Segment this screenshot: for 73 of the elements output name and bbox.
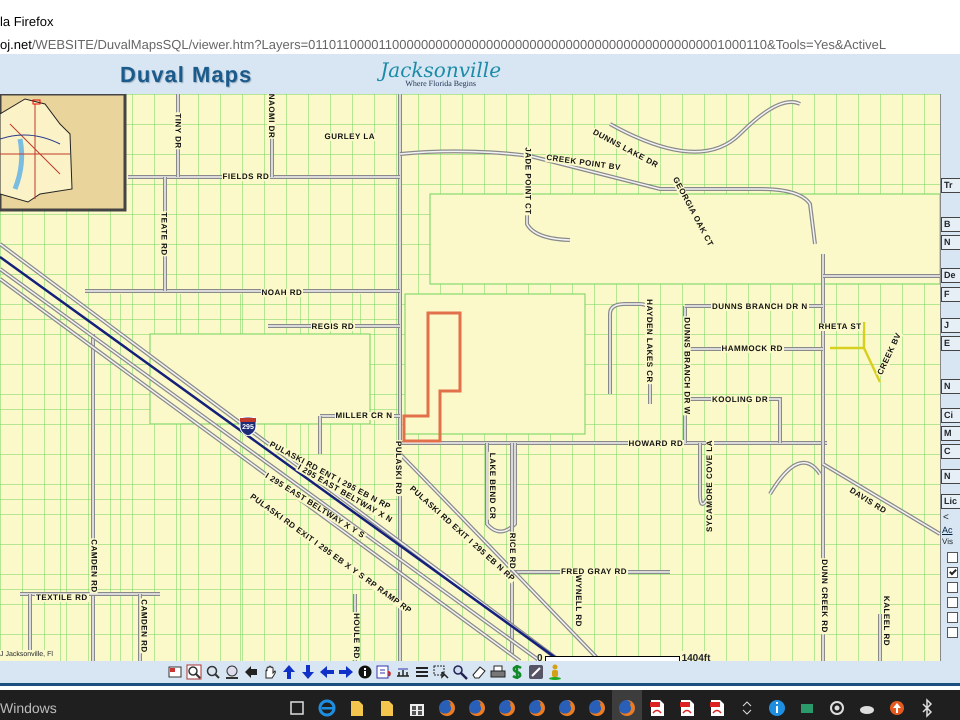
- panel-label: F: [941, 287, 960, 302]
- street-label: KALEEL RD: [882, 594, 890, 648]
- layer-checkbox[interactable]: [947, 552, 958, 563]
- record-icon[interactable]: [827, 698, 847, 718]
- street-label: REGIS RD: [310, 323, 356, 331]
- down-arrow-icon[interactable]: [300, 664, 316, 680]
- layer-checkbox[interactable]: [947, 567, 958, 578]
- zoom-out-icon[interactable]: [205, 664, 221, 680]
- street-label: HOULE RD: [352, 612, 360, 660]
- street-label: GURLEY LA: [324, 133, 376, 141]
- previous-arrow[interactable]: <: [941, 512, 960, 524]
- panel-label: M: [941, 426, 960, 441]
- left-arrow-icon[interactable]: [319, 664, 335, 680]
- panel-label: C: [941, 444, 960, 459]
- map-icon[interactable]: [167, 664, 183, 680]
- upload-icon[interactable]: [887, 698, 907, 718]
- panel-label: Ci: [941, 408, 960, 423]
- window-title: la Firefox: [0, 14, 54, 29]
- street-label: FRED GRAY RD: [560, 568, 628, 576]
- panel-label: B: [941, 217, 960, 232]
- zoom-in-icon[interactable]: [186, 664, 202, 680]
- street-label: FIELDS RD: [222, 173, 270, 181]
- street-label: WYNELL RD: [574, 574, 582, 628]
- edit-icon[interactable]: [528, 664, 544, 680]
- back-icon[interactable]: [243, 664, 259, 680]
- panel-label: N: [941, 379, 960, 394]
- printer-icon[interactable]: [490, 664, 506, 680]
- taskbar-search-text[interactable]: Windows: [0, 698, 172, 718]
- street-label: RICE RD: [508, 532, 516, 570]
- street-label: HOWARD RD: [628, 440, 684, 448]
- street-label: HAMMOCK RD: [720, 345, 784, 353]
- layer-checkbox[interactable]: [947, 612, 958, 623]
- street-label: LAKE BEND CR: [488, 452, 496, 520]
- street-label: HAYDEN LAKES CR: [644, 298, 653, 384]
- street-label: MILLER CR N: [334, 412, 394, 420]
- street-label: KOOLING DR: [711, 396, 770, 404]
- street-label: SYCAMORE COVE LA: [706, 439, 714, 533]
- panel-label: N: [941, 469, 960, 484]
- panel-label: N: [941, 235, 960, 250]
- select-icon[interactable]: [433, 664, 449, 680]
- app-title: Duval Maps: [120, 60, 252, 89]
- street-label: DUNNS BRANCH DR N: [711, 303, 809, 311]
- up-arrow-icon[interactable]: [281, 664, 297, 680]
- street-label: DUNN CREEK RD: [820, 558, 828, 634]
- layers-heading: Vis: [941, 536, 954, 548]
- panel-link[interactable]: Ac: [941, 524, 960, 536]
- street-label: RHETA ST: [818, 323, 863, 331]
- logo-tagline: Where Florida Begins: [405, 80, 476, 88]
- eraser-icon[interactable]: [471, 664, 487, 680]
- info-icon[interactable]: [767, 698, 787, 718]
- right-arrow-icon[interactable]: [338, 664, 354, 680]
- pdf-document-icon[interactable]: [677, 698, 697, 718]
- layer-checkbox[interactable]: [947, 627, 958, 638]
- layer-checkbox[interactable]: [947, 597, 958, 608]
- street-label: NAOMI DR: [267, 94, 276, 140]
- list-icon[interactable]: [414, 664, 430, 680]
- panel-label: Lic: [941, 494, 960, 509]
- street-label: TEXTILE RD: [35, 594, 89, 602]
- address-bar-url[interactable]: oj.net/WEBSITE/DuvalMapsSQL/viewer.htm?Layers=0110110000110000000000000000000000000000000000000000000001000110&Tools=Yes&ActiveL: [0, 36, 960, 54]
- panel-label: J: [941, 318, 960, 333]
- panel-label: De: [941, 268, 960, 283]
- query-icon[interactable]: [376, 664, 392, 680]
- pdf-document-icon[interactable]: [647, 698, 667, 718]
- scale-end-label: 1404ft: [682, 651, 710, 661]
- layer-checkbox[interactable]: [947, 582, 958, 593]
- panel-label: Tr: [941, 178, 960, 193]
- info-icon[interactable]: [357, 664, 373, 680]
- zoom-extent-icon[interactable]: [224, 664, 240, 680]
- street-label: PULASKI RD: [394, 440, 402, 496]
- panel-label: E: [941, 336, 960, 351]
- search-icon[interactable]: [452, 664, 468, 680]
- street-label: NOAH RD: [260, 289, 304, 297]
- pdf-document-icon[interactable]: [707, 698, 727, 718]
